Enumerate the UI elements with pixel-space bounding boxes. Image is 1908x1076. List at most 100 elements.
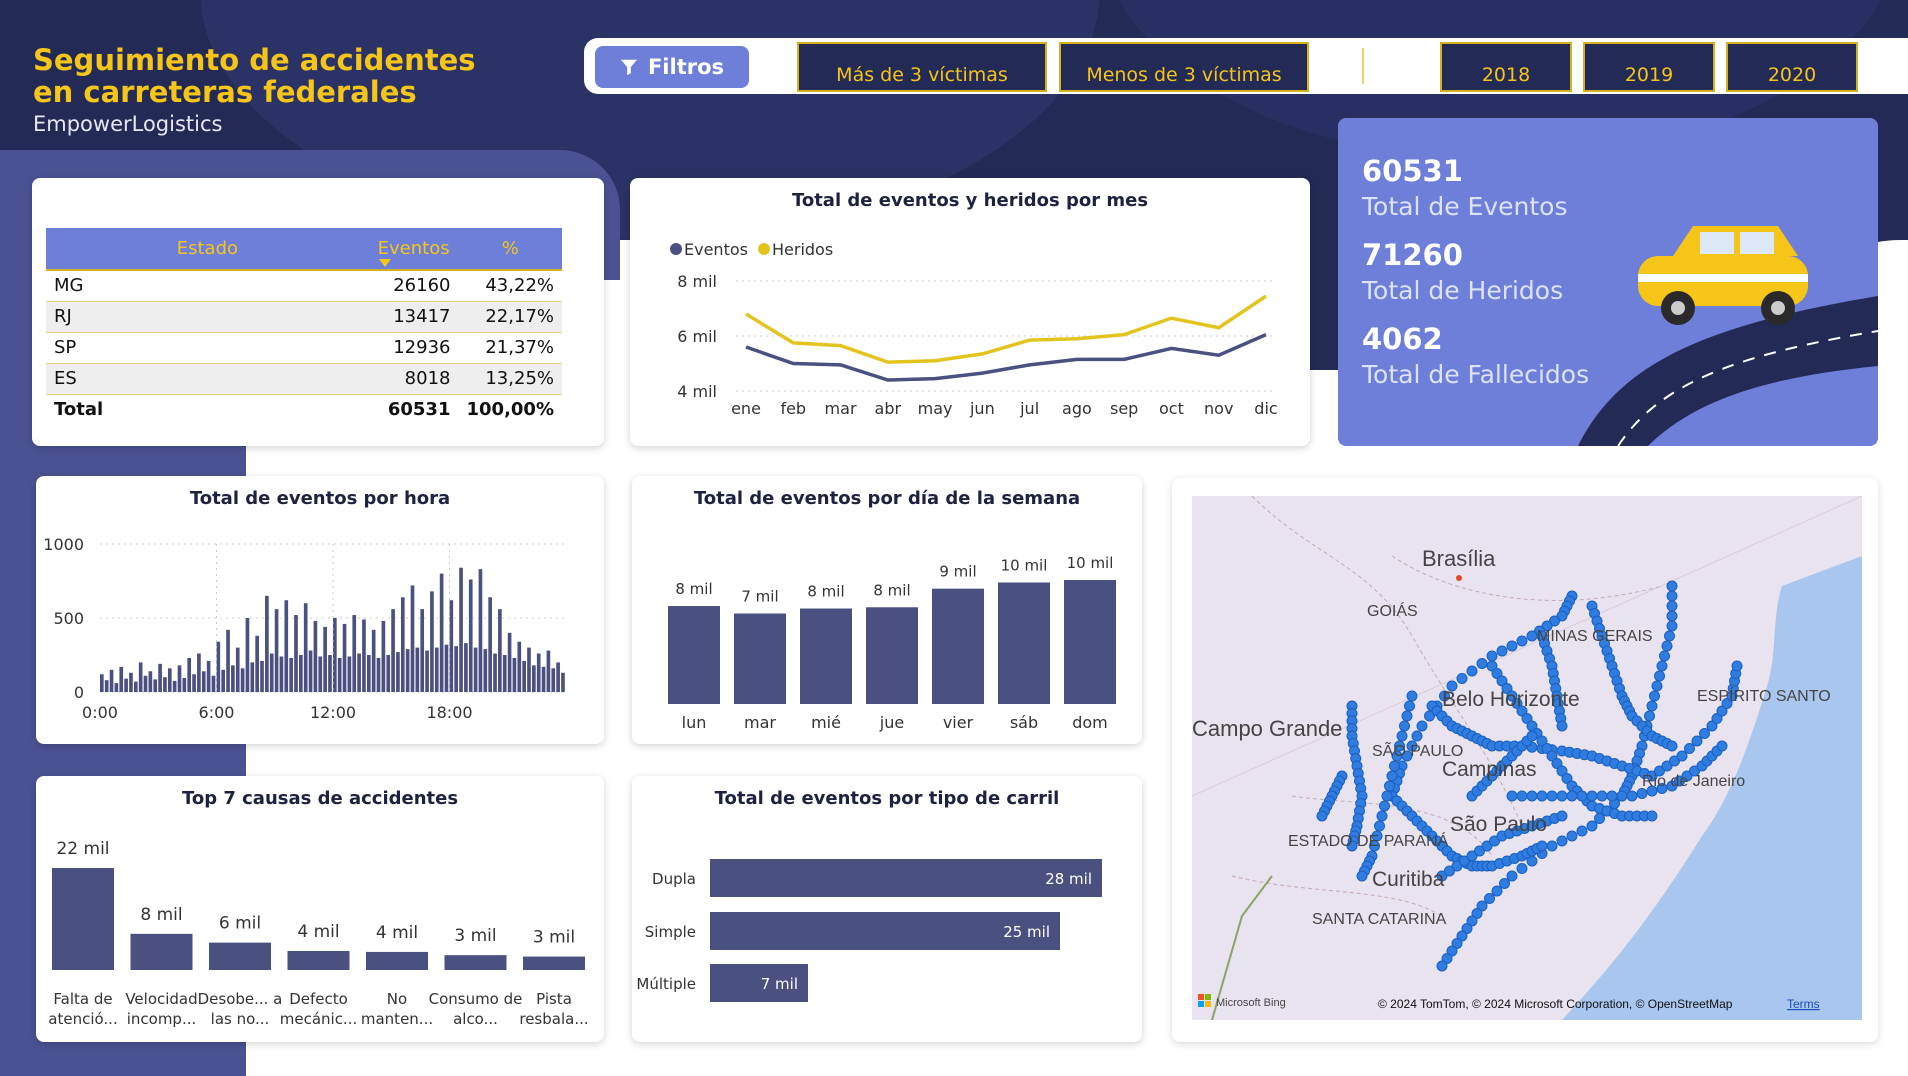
weekday-bar-chart: 8 mil lun 7 mil mar 8 mil mié 8 mil jue 9 mil vie… [668, 554, 1116, 732]
bar [231, 665, 235, 692]
bar [284, 600, 289, 692]
table-row[interactable]: RJ 13417 22,17% [46, 301, 562, 333]
bar [201, 671, 206, 692]
accident-point [1491, 885, 1503, 897]
x-tick-label: jue [879, 713, 904, 732]
map-label: ESPÍRITO SANTO [1697, 686, 1831, 705]
bar [100, 674, 104, 692]
legend-swatch [670, 243, 682, 255]
accident-point [1684, 743, 1695, 754]
bar [710, 859, 1102, 897]
y-tick-label: 8 mil [677, 272, 717, 291]
bar [153, 679, 158, 692]
x-tick-label: jul [1019, 399, 1039, 418]
data-label: 10 mil [1001, 556, 1048, 574]
slicer-mas-3-victimas[interactable]: Más de 3 víctimas [797, 42, 1047, 92]
accident-point [1526, 730, 1538, 742]
lane-bar-chart: 28 mil Dupla 25 mil Simple 7 mil Múltiple [636, 859, 1102, 1002]
accident-point [1556, 810, 1568, 822]
accident-point [1526, 790, 1538, 802]
x-tick-label: oct [1159, 399, 1184, 418]
filtros-button[interactable]: Filtros [595, 46, 749, 88]
monthly-line-chart: Eventos Heridos 8 mil 6 mil 4 mil ene feb mar ab… [670, 240, 1278, 418]
col-eventos[interactable]: Eventos [368, 228, 459, 271]
table-row[interactable]: ES 8018 13,25% [46, 363, 562, 395]
bar [206, 660, 211, 692]
slicer-year-2020[interactable]: 2020 [1726, 42, 1858, 92]
x-tick-label: may [918, 399, 953, 418]
bar [668, 606, 720, 704]
accident-map[interactable]: Brasília GOIÁS MINAS GERAIS Belo Horizonte E… [1192, 496, 1862, 1020]
bar [734, 613, 786, 704]
bar [507, 632, 512, 692]
data-label: 4 mil [297, 922, 339, 942]
x-tick-label: vier [943, 713, 974, 732]
bar [352, 615, 357, 692]
x-tick-label: feb [780, 399, 806, 418]
accident-point [1436, 960, 1448, 972]
bar [172, 680, 177, 692]
map-label: SÃO PAULO [1372, 740, 1463, 760]
accident-point [1654, 670, 1665, 682]
x-tick-label: 18:00 [426, 703, 472, 722]
map-label: GOIÁS [1367, 601, 1418, 620]
accident-point [1526, 630, 1538, 642]
accident-point [1646, 810, 1658, 822]
accident-point [1386, 770, 1398, 782]
bar [337, 657, 342, 692]
slicer-year-2018[interactable]: 2018 [1440, 42, 1572, 92]
x-tick-label: jun [969, 399, 995, 418]
cell-eventos: 12936 [368, 332, 459, 364]
data-label: 7 mil [761, 975, 798, 993]
accident-point [1664, 630, 1675, 642]
bar [192, 674, 196, 692]
accident-point [1416, 720, 1428, 732]
accident-point [1546, 790, 1558, 802]
bar [468, 579, 473, 692]
bar [502, 655, 507, 692]
y-tick-label: 0 [74, 683, 84, 702]
lane-chart-card: Total de eventos por tipo de carril 28 m… [632, 776, 1142, 1042]
accident-point [1399, 720, 1410, 732]
x-tick-label: nov [1204, 399, 1233, 418]
slicer-year-2019[interactable]: 2019 [1583, 42, 1715, 92]
bar [269, 653, 274, 692]
y-tick-label: Múltiple [636, 975, 696, 993]
legend-label: Heridos [772, 240, 833, 259]
slicer-menos-3-victimas[interactable]: Menos de 3 víctimas [1059, 42, 1309, 92]
col-pct[interactable]: % [458, 228, 562, 271]
data-label: 28 mil [1045, 870, 1092, 888]
accident-point [1546, 840, 1558, 852]
accident-point [1384, 780, 1395, 792]
bar [473, 647, 478, 692]
bar [410, 585, 415, 692]
accident-point [1556, 790, 1568, 802]
bar [425, 650, 429, 692]
x-tick-label: Desobe... a [198, 990, 283, 1008]
bar [386, 655, 391, 692]
bar [255, 635, 259, 692]
kpi-fallecidos-value: 4062 [1362, 322, 1443, 356]
bar [478, 569, 483, 692]
map-terms-link[interactable]: Terms [1787, 997, 1820, 1011]
x-tick-label: 12:00 [310, 703, 356, 722]
accident-point [1536, 840, 1548, 852]
x-tick-label: dom [1072, 713, 1108, 732]
data-label: 8 mil [140, 905, 182, 925]
accident-point [1651, 680, 1663, 692]
col-estado[interactable]: Estado [46, 228, 369, 271]
table-row[interactable]: SP 12936 21,37% [46, 332, 562, 364]
bar [517, 641, 522, 692]
x-tick-label: alco... [453, 1010, 498, 1028]
map-label: Brasília [1422, 546, 1496, 571]
weekday-chart-card: Total de eventos por día de la semana 8 … [632, 476, 1142, 744]
bar [998, 582, 1050, 704]
table-row[interactable]: MG 26160 43,22% [46, 270, 562, 302]
cell-eventos: 13417 [368, 301, 459, 333]
accident-point [1516, 863, 1528, 874]
accident-point [1626, 790, 1638, 802]
accident-point [1316, 810, 1328, 822]
accident-point [1716, 740, 1728, 752]
bar [498, 609, 502, 692]
x-tick-label: No [387, 990, 407, 1008]
